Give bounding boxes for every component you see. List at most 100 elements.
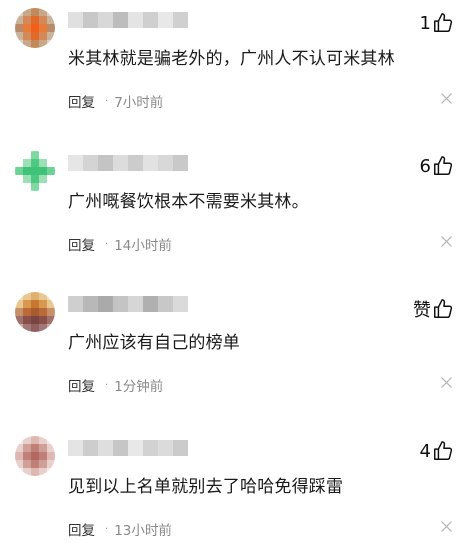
avatar-pixel [15, 16, 23, 24]
avatar-pixel [23, 460, 31, 468]
username-pixel [83, 155, 98, 171]
avatar-pixel [47, 8, 55, 16]
avatar-pixel [15, 308, 23, 316]
avatar-pixel [31, 8, 39, 16]
avatar-pixel [31, 316, 39, 324]
avatar-pixel [31, 324, 39, 332]
username-pixel [113, 296, 128, 312]
avatar-pixel [31, 151, 39, 159]
avatar-pixel [47, 460, 55, 468]
username-pixel [128, 12, 143, 28]
avatar-pixel [47, 159, 55, 167]
thumbs-up-icon [434, 156, 453, 175]
avatar-pixel [23, 452, 31, 460]
avatar-pixel [31, 292, 39, 300]
avatar-pixel [15, 292, 23, 300]
avatar[interactable] [15, 292, 55, 332]
username-blurred[interactable] [68, 440, 188, 456]
avatar-pixel [31, 40, 39, 48]
username-pixel [83, 296, 98, 312]
username-pixel [143, 296, 158, 312]
username-pixel [83, 440, 98, 456]
avatar-pixel [15, 468, 23, 476]
avatar-pixel [31, 183, 39, 191]
avatar-pixel [15, 183, 23, 191]
comment-time: 7小时前 [114, 95, 164, 111]
close-icon[interactable] [441, 521, 452, 532]
reply-button[interactable]: 回复 [68, 519, 95, 539]
avatar-pixel [47, 24, 55, 32]
avatar-pixel [15, 24, 23, 32]
avatar-pixel [47, 436, 55, 444]
comment-text: 广州应该有自己的榜单 [68, 333, 240, 353]
avatar-pixel [39, 300, 47, 308]
avatar-pixel [23, 183, 31, 191]
close-icon[interactable] [441, 93, 452, 104]
avatar-pixel [47, 175, 55, 183]
like-button[interactable]: 1 [420, 12, 454, 34]
avatar-pixel [15, 8, 23, 16]
avatar[interactable] [15, 436, 55, 476]
username-pixel [128, 440, 143, 456]
username-blurred[interactable] [68, 12, 188, 28]
avatar-pixel [39, 452, 47, 460]
avatar-pixel [23, 167, 31, 175]
username-pixel [113, 155, 128, 171]
avatar-pixel [15, 40, 23, 48]
username-pixel [128, 155, 143, 171]
close-icon[interactable] [441, 236, 452, 247]
username-pixel [98, 296, 113, 312]
avatar-pixel [47, 32, 55, 40]
comment-item: 4 见到以上名单就别去了哈哈免得踩雷 回复 · 13小时前 [0, 428, 474, 558]
separator-dot: · [105, 523, 109, 535]
avatar-pixel [39, 32, 47, 40]
separator-dot: · [105, 238, 109, 250]
username-pixel [83, 12, 98, 28]
avatar-pixel [31, 308, 39, 316]
avatar-pixel [47, 151, 55, 159]
avatar-pixel [47, 183, 55, 191]
avatar[interactable] [15, 8, 55, 48]
avatar-pixel [15, 452, 23, 460]
comment-time: 1分钟前 [114, 379, 164, 395]
avatar-pixel [23, 32, 31, 40]
reply-button[interactable]: 回复 [68, 375, 95, 395]
avatar-pixel [39, 167, 47, 175]
username-pixel [158, 12, 173, 28]
avatar-pixel [23, 308, 31, 316]
avatar-pixel [23, 468, 31, 476]
username-pixel [173, 296, 188, 312]
avatar-pixel [31, 32, 39, 40]
comment-meta: 回复 · 14小时前 [68, 234, 172, 254]
avatar-pixel [31, 436, 39, 444]
avatar-pixel [15, 151, 23, 159]
like-button[interactable]: 4 [420, 440, 454, 462]
reply-button[interactable]: 回复 [68, 91, 95, 111]
avatar-pixel [15, 159, 23, 167]
like-button[interactable]: 6 [420, 155, 454, 177]
username-pixel [68, 440, 83, 456]
avatar-pixel [39, 444, 47, 452]
avatar-pixel [15, 436, 23, 444]
reply-button[interactable]: 回复 [68, 234, 95, 254]
avatar-pixel [31, 468, 39, 476]
avatar-pixel [47, 324, 55, 332]
close-icon[interactable] [441, 377, 452, 388]
avatar-pixel [23, 324, 31, 332]
username-blurred[interactable] [68, 296, 188, 312]
avatar-pixel [39, 16, 47, 24]
avatar-pixel [15, 175, 23, 183]
username-blurred[interactable] [68, 155, 188, 171]
avatar-pixel [23, 300, 31, 308]
avatar-pixel [23, 292, 31, 300]
username-pixel [98, 155, 113, 171]
avatar-pixel [39, 436, 47, 444]
comment-item: 赞 广州应该有自己的榜单 回复 · 1分钟前 [0, 284, 474, 414]
comment-item: 1 米其林就是骗老外的，广州人不认可米其林 回复 · 7小时前 [0, 0, 474, 130]
like-button[interactable]: 赞 [413, 296, 454, 322]
like-count: 6 [419, 155, 431, 177]
avatar[interactable] [15, 151, 55, 191]
avatar-pixel [39, 159, 47, 167]
avatar-pixel [31, 460, 39, 468]
avatar-pixel [23, 316, 31, 324]
